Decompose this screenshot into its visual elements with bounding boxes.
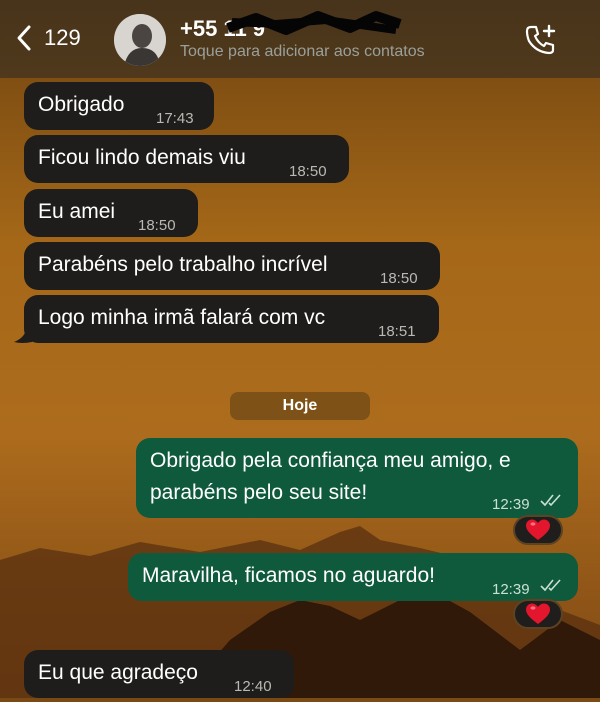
message-time: 17:43 — [156, 110, 194, 127]
redaction-scribble — [226, 11, 402, 35]
double-check-icon — [540, 494, 561, 507]
message-incoming[interactable]: Parabéns pelo trabalho incrível 18:50 — [24, 242, 440, 290]
chat-header: 129 +55 11 9 Toque para adicionar aos co… — [0, 0, 600, 78]
message-incoming[interactable]: Logo minha irmã falará com vc 18:51 — [24, 295, 439, 343]
unread-count: 129 — [44, 25, 81, 50]
message-time: 18:50 — [289, 163, 327, 180]
message-text: Parabéns pelo trabalho incrível — [38, 253, 328, 276]
message-text: Maravilha, ficamos no aguardo! — [142, 564, 435, 587]
message-time: 18:50 — [138, 217, 176, 234]
message-incoming[interactable]: Eu amei 18:50 — [24, 189, 198, 237]
message-time: 18:50 — [380, 270, 418, 287]
day-separator: Hoje — [230, 392, 370, 420]
message-outgoing[interactable]: Maravilha, ficamos no aguardo! 12:39 — [128, 553, 578, 601]
contact-subtitle[interactable]: Toque para adicionar aos contatos — [180, 43, 425, 61]
message-text-line2: parabéns pelo seu site! — [150, 481, 368, 504]
heart-reaction-icon — [526, 519, 550, 540]
message-text-line1: Obrigado pela confiança meu amigo, e — [150, 449, 511, 472]
avatar-photo — [114, 14, 166, 66]
add-call-icon[interactable] — [522, 22, 558, 58]
avatar[interactable] — [114, 14, 166, 66]
heart-reaction-icon — [526, 603, 550, 624]
back-button[interactable]: 129 — [14, 24, 81, 52]
reaction-badge[interactable] — [513, 599, 563, 629]
double-check-icon — [540, 579, 561, 592]
message-outgoing[interactable]: Obrigado pela confiança meu amigo, e par… — [136, 438, 578, 518]
message-time: 18:51 — [378, 323, 416, 340]
message-text: Eu que agradeço — [38, 661, 198, 684]
message-incoming[interactable]: Eu que agradeço 12:40 — [24, 650, 294, 698]
message-text: Ficou lindo demais viu — [38, 146, 246, 169]
bubble-tail — [14, 330, 32, 343]
message-incoming[interactable]: Ficou lindo demais viu 18:50 — [24, 135, 349, 183]
message-incoming[interactable]: Obrigado 17:43 — [24, 82, 214, 130]
chevron-left-icon — [17, 25, 31, 51]
message-text: Logo minha irmã falará com vc — [38, 306, 326, 329]
message-text: Eu amei — [38, 200, 116, 223]
reaction-badge[interactable] — [513, 515, 563, 545]
message-text: Obrigado — [38, 93, 125, 116]
